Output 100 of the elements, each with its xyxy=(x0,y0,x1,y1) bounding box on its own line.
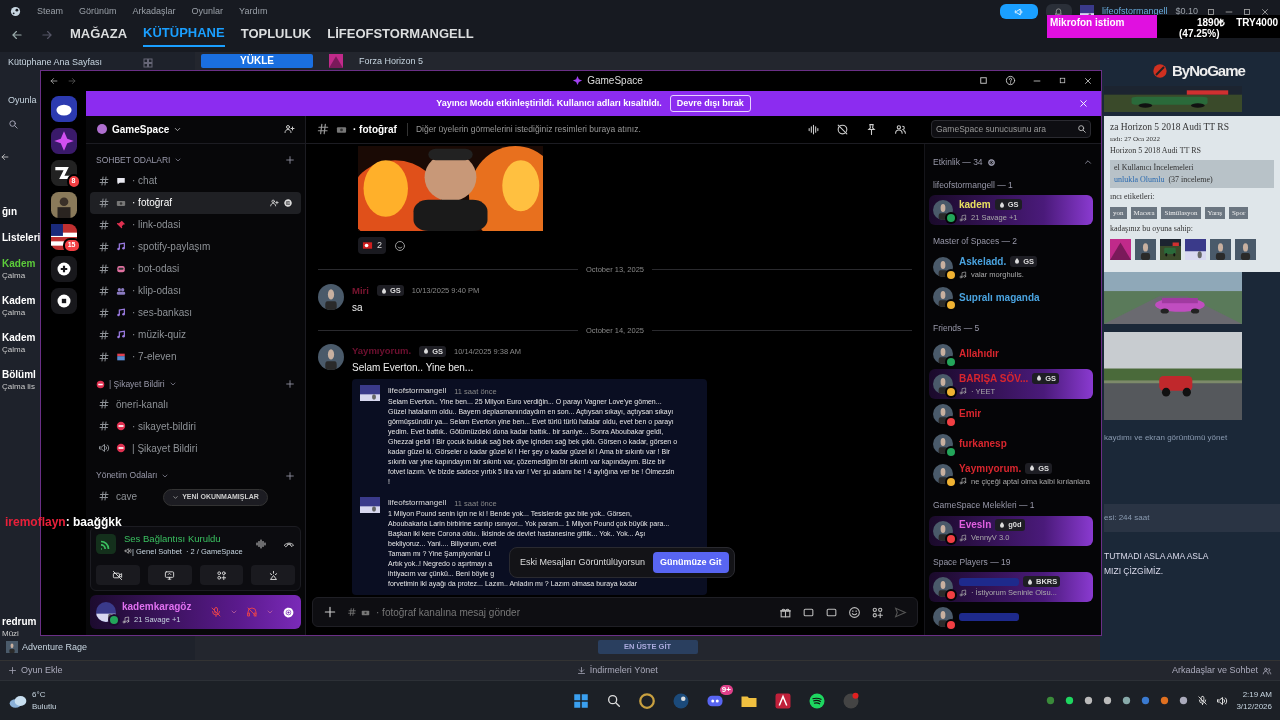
channel-item[interactable]: öneri-kanalı xyxy=(90,393,177,416)
category-header[interactable]: | Şikayet Bildiri xyxy=(96,377,177,391)
library-home-link[interactable]: Kütüphane Ana Sayfası xyxy=(8,56,103,70)
menu-item[interactable]: Yardım xyxy=(239,4,268,19)
category-header[interactable]: Yönetim Odaları xyxy=(96,469,170,483)
channel-item[interactable]: · 7-eleven xyxy=(90,345,185,368)
message-composer[interactable]: · fotoğraf kanalına mesaj gönder xyxy=(312,597,918,627)
nav-tab[interactable]: KÜTÜPHANE xyxy=(143,23,225,47)
window-title: GameSpace xyxy=(587,74,643,89)
game-title: Forza Horizon 5 xyxy=(359,56,424,66)
menu-item[interactable]: Arkadaşlar xyxy=(132,4,176,19)
tray-icon[interactable] xyxy=(1045,695,1057,706)
jump-present-button[interactable]: Günümüze Git xyxy=(653,551,729,574)
message-input[interactable]: · fotoğraf kanalına mesaj gönder xyxy=(374,603,769,621)
clock-time: 2:19 AM xyxy=(1241,688,1272,701)
menu-item[interactable]: Steam xyxy=(37,4,63,19)
home-button[interactable] xyxy=(50,95,77,122)
hash-icon xyxy=(98,350,110,363)
spotify-icon[interactable] xyxy=(807,691,826,710)
tray-icon[interactable] xyxy=(1140,695,1152,706)
menu-item[interactable]: Görünüm xyxy=(79,4,117,19)
friends-chat-button[interactable]: Arkadaşlar ve Sohbet xyxy=(1171,663,1272,678)
screen-share-icon xyxy=(164,569,176,581)
member-item[interactable]: Allahıdır xyxy=(929,338,1093,369)
nav-tab[interactable]: LİFEOFSTORMANGELL xyxy=(327,24,474,46)
member-group-header: Master of Spaces — 2 xyxy=(933,235,1019,249)
activity-header: Etkinlik — 34 xyxy=(933,155,983,169)
announce-button[interactable] xyxy=(999,4,1038,19)
search-field[interactable]: GameSpace sunucusunu ara xyxy=(931,120,1091,139)
member-name: Askeladd. xyxy=(959,254,1007,269)
activities-button[interactable] xyxy=(199,565,244,585)
disable-button[interactable]: Devre dışı bırak xyxy=(669,94,751,113)
server-icon[interactable] xyxy=(50,159,77,186)
app-icon[interactable] xyxy=(773,691,792,710)
username: kademkaragöz xyxy=(122,599,192,614)
brand-logo: ByNoGame xyxy=(1172,60,1245,81)
channel-item[interactable]: · spotify-paylaşım xyxy=(90,235,219,258)
start-icon[interactable] xyxy=(571,691,590,710)
ring-app-icon[interactable] xyxy=(637,691,656,710)
server-icon[interactable] xyxy=(50,127,77,154)
server-logo-icon xyxy=(96,123,108,136)
game-subtitle: Horizon 5 2018 Audi TT RS xyxy=(1110,144,1203,157)
voice-status: Ses Bağlantısı Kuruldu xyxy=(124,531,222,546)
account-name[interactable]: lifeofstormangell xyxy=(1101,4,1168,19)
nav-tab[interactable]: TOPLULUK xyxy=(240,24,312,46)
channel-item[interactable]: · sikayet-bildiri xyxy=(90,415,204,438)
member-name: kadem xyxy=(959,198,991,213)
app-logo-icon xyxy=(572,75,584,87)
nav-tab[interactable]: MAĞAZA xyxy=(70,24,128,46)
channel-item[interactable]: · link-odasi xyxy=(90,213,189,236)
settings-icon xyxy=(282,605,295,619)
discover-button[interactable] xyxy=(50,287,77,314)
video-off-button[interactable] xyxy=(96,565,140,585)
channel-item[interactable]: | Şikayet Bildiri xyxy=(90,437,206,460)
signal-icon xyxy=(96,534,116,555)
search-icon xyxy=(8,119,19,130)
side-title: redrum xyxy=(2,615,37,628)
downloads-button[interactable]: İndirmeleri Yönet xyxy=(576,663,658,678)
channel-item[interactable]: cave xyxy=(90,485,146,508)
member-item[interactable]: Emir xyxy=(929,398,1093,429)
reaction-button[interactable]: 2 xyxy=(358,236,386,255)
channel-item[interactable]: · bot-odasi xyxy=(90,257,188,280)
tray-icon[interactable] xyxy=(1178,695,1190,706)
tray-icon[interactable] xyxy=(1102,695,1114,706)
game-list-item[interactable]: Adventure Rage xyxy=(22,640,88,654)
close-icon xyxy=(1083,75,1093,86)
settings-icon xyxy=(986,157,996,167)
temperature: 6°C xyxy=(32,688,47,701)
add-server-button[interactable] xyxy=(50,255,77,282)
add-game-button[interactable]: Oyun Ekle xyxy=(8,663,63,678)
wallet-balance: $0.10 xyxy=(1175,4,1198,18)
hash-icon xyxy=(98,262,110,275)
manage-link[interactable]: kaydımı ve ekran görüntümü yönet xyxy=(1104,432,1280,445)
channel-item[interactable]: · klip-odası xyxy=(90,279,189,302)
tray-icon[interactable] xyxy=(1121,695,1133,706)
install-button[interactable]: YÜKLE xyxy=(201,54,313,68)
channel-item[interactable]: · fotoğraf xyxy=(90,191,301,214)
tray-icon[interactable] xyxy=(1083,695,1095,706)
speaker-icon xyxy=(98,442,110,455)
member-item[interactable]: Supralı maganda xyxy=(929,282,1093,313)
hash-icon xyxy=(98,174,110,187)
maximize-icon xyxy=(1058,76,1067,86)
screen-share-button[interactable] xyxy=(147,565,192,585)
menu-item[interactable]: Oyunlar xyxy=(191,4,224,19)
add-member-icon xyxy=(269,197,279,208)
category-header[interactable]: SOHBET ODALARI xyxy=(96,153,183,167)
channel-item[interactable]: · chat xyxy=(90,169,165,192)
tag-icon xyxy=(422,347,431,356)
tray-icon[interactable] xyxy=(1159,695,1171,706)
channel-item[interactable]: · müzik-quiz xyxy=(90,323,194,346)
server-name[interactable]: GameSpace xyxy=(112,121,183,137)
soundboard-button[interactable] xyxy=(251,565,295,585)
steam-logo-icon xyxy=(10,6,21,17)
tray-icon[interactable] xyxy=(1064,695,1076,706)
member-item[interactable]: furkanesp xyxy=(929,428,1093,459)
search-icon[interactable] xyxy=(605,692,622,709)
channel-item[interactable]: · ses-bankası xyxy=(90,301,201,324)
channel-topic: Diğer üyelerin görmelerini istediğiniz resimleri buraya atınız. xyxy=(406,122,641,136)
games-filter[interactable]: Oyunla xyxy=(8,93,37,107)
review-text: MIZI ÇİZGİMİZ. xyxy=(1104,565,1165,578)
